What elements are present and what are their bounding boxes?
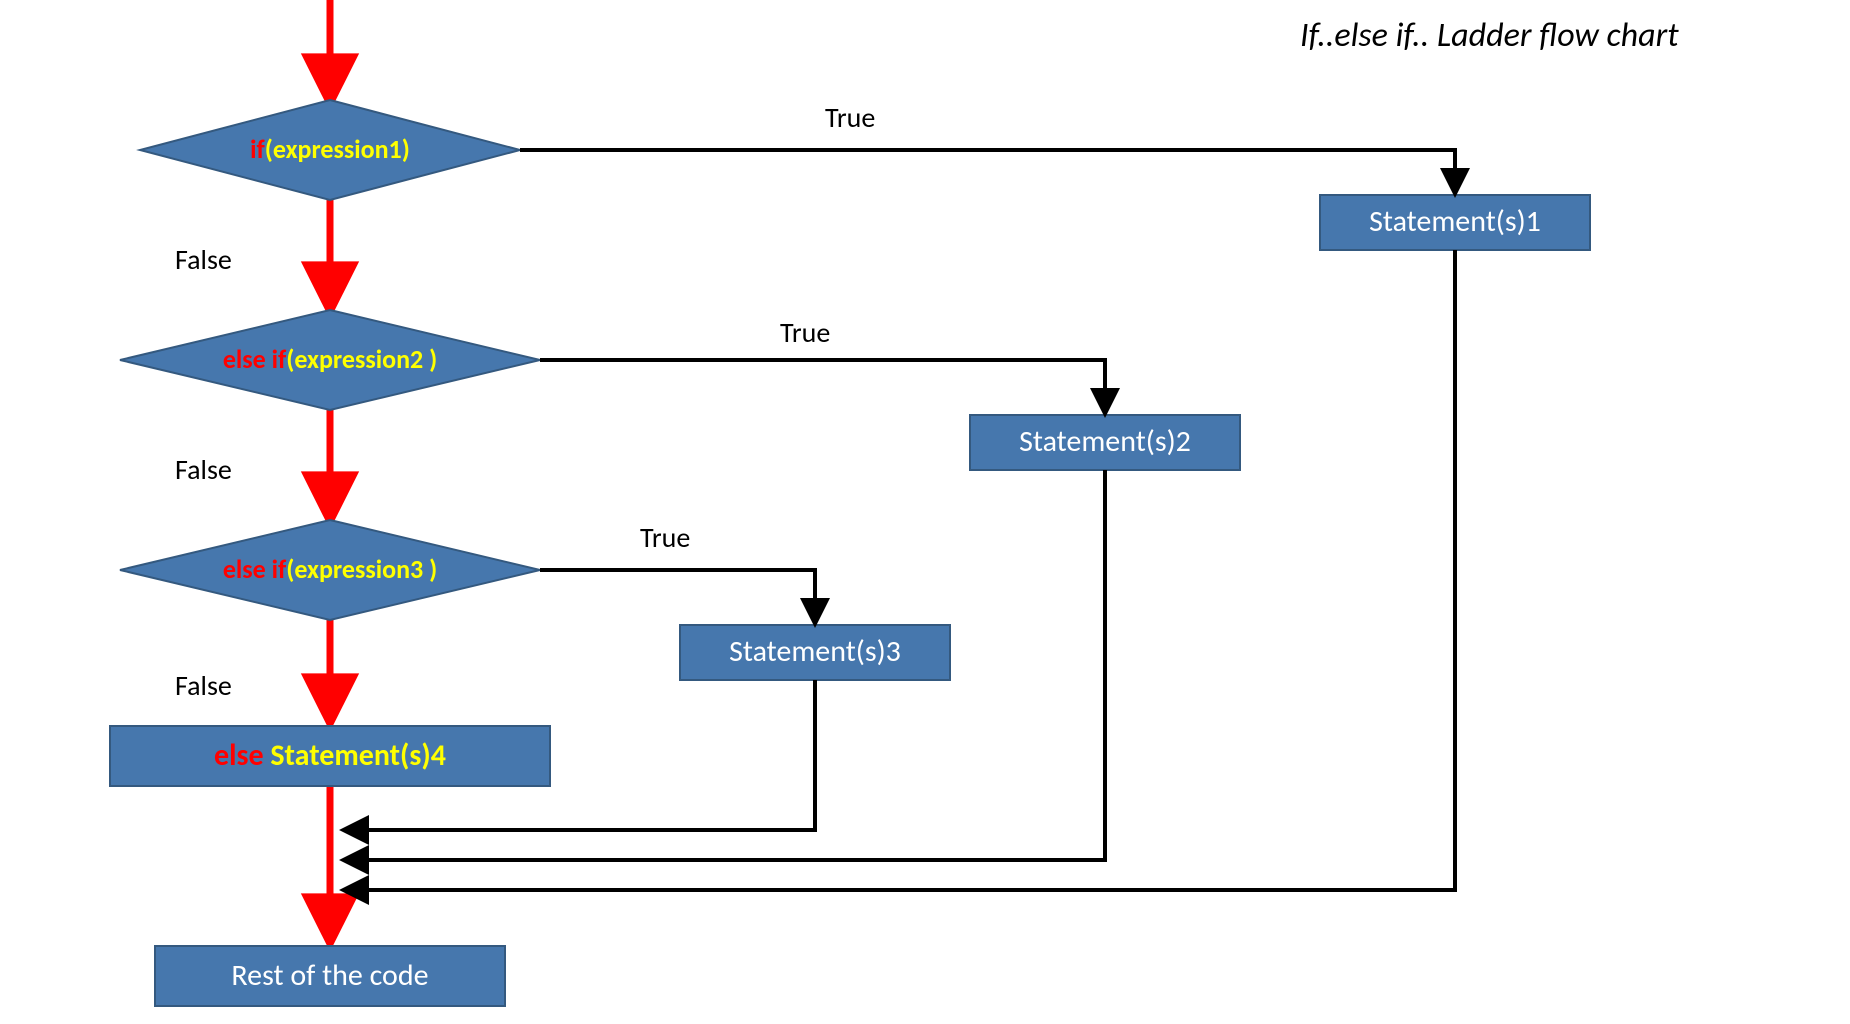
rest-of-code-box: Rest of the code — [155, 946, 505, 1006]
flowchart-canvas: if(expression1) else if(expression2 ) el… — [0, 0, 1850, 1024]
svg-text:else if(expression2 ): else if(expression2 ) — [223, 343, 437, 375]
label-false-3: False — [175, 668, 232, 703]
chart-title: If..else if.. Ladder flow chart — [1300, 15, 1679, 56]
statement-1-box: Statement(s)1 — [1320, 195, 1590, 250]
label-false-1: False — [175, 242, 232, 277]
svg-text:Statement(s)3: Statement(s)3 — [729, 633, 901, 670]
decision-elseif-1: else if(expression2 ) — [120, 310, 540, 410]
else-statement-box: else Statement(s)4 — [110, 726, 550, 786]
label-false-2: False — [175, 452, 232, 487]
decision-if: if(expression1) — [140, 100, 520, 200]
label-true-2: True — [780, 315, 830, 350]
decision-elseif-2: else if(expression3 ) — [120, 520, 540, 620]
svg-text:else Statement(s)4: else Statement(s)4 — [214, 737, 446, 774]
statement-2-box: Statement(s)2 — [970, 415, 1240, 470]
label-true-3: True — [640, 520, 690, 555]
svg-text:Statement(s)1: Statement(s)1 — [1369, 203, 1541, 240]
svg-text:else if(expression3 ): else if(expression3 ) — [223, 553, 437, 585]
svg-text:if(expression1): if(expression1) — [250, 133, 410, 165]
label-true-1: True — [825, 100, 875, 135]
svg-text:Rest of the code: Rest of the code — [231, 957, 428, 994]
svg-text:Statement(s)2: Statement(s)2 — [1019, 423, 1191, 460]
statement-3-box: Statement(s)3 — [680, 625, 950, 680]
